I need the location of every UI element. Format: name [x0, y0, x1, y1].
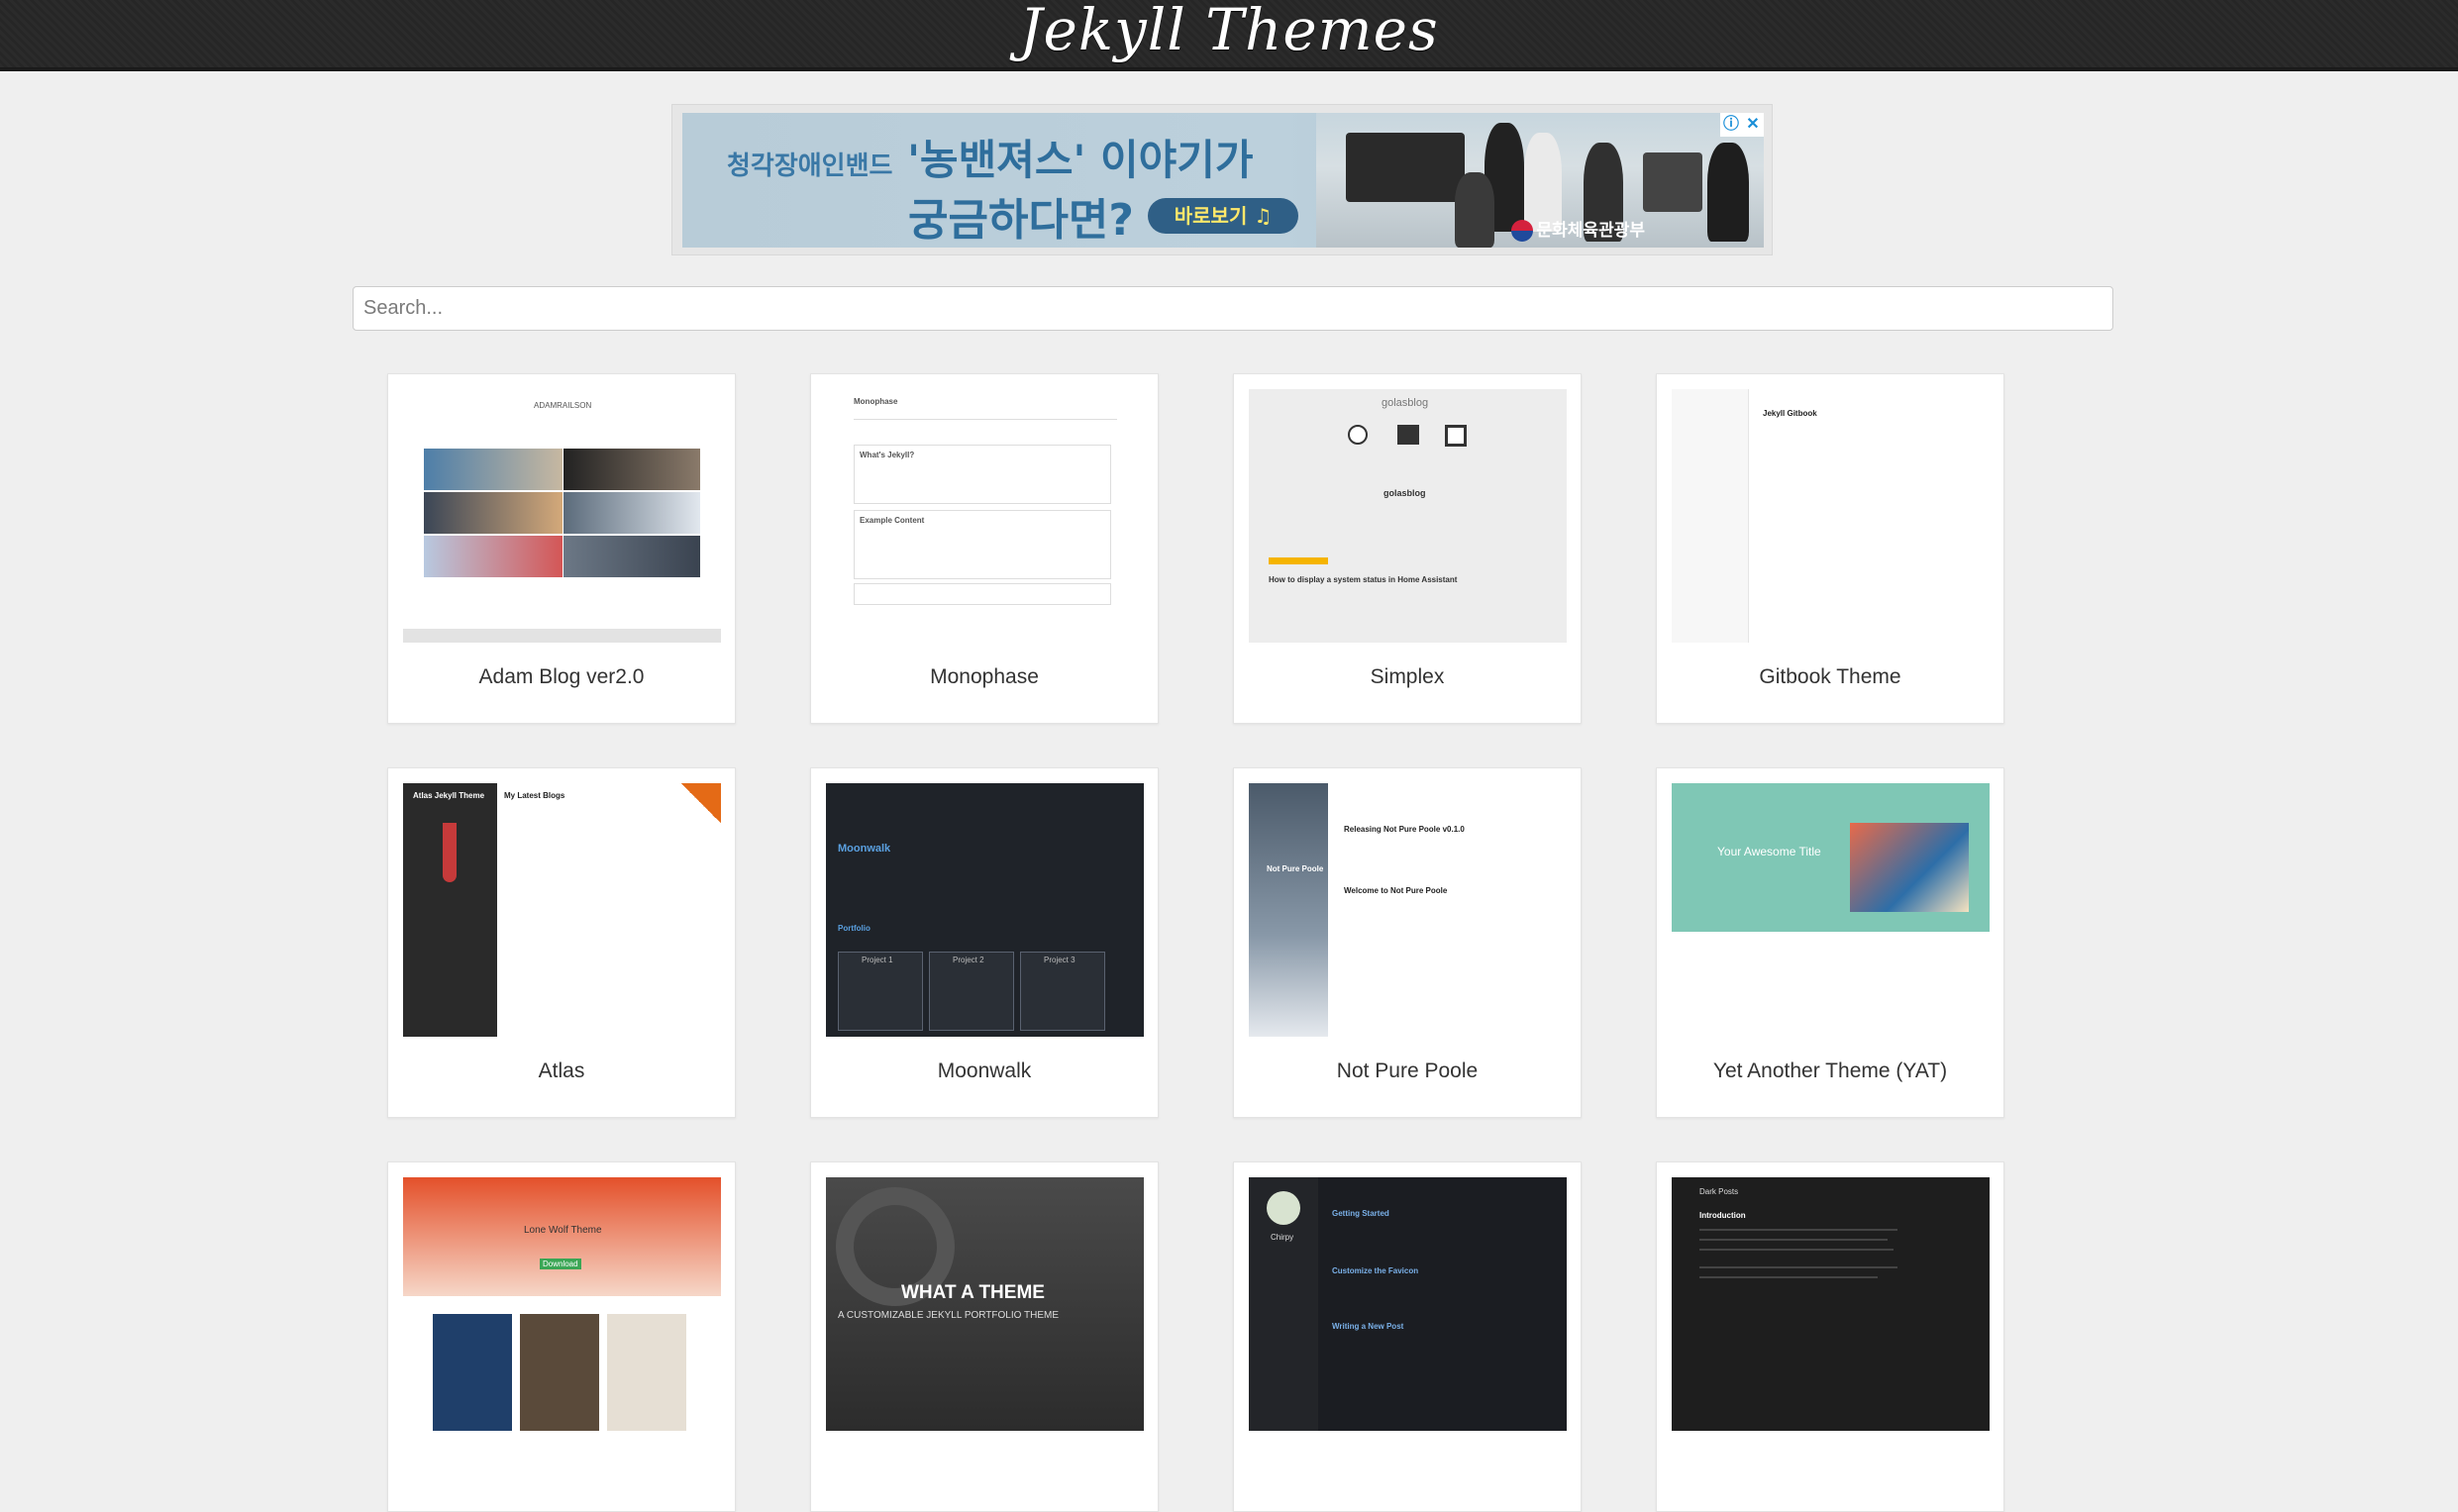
theme-card[interactable]: WHAT A THEME A CUSTOMIZABLE JEKYLL PORTF… — [810, 1161, 1159, 1512]
search-input[interactable] — [353, 286, 2113, 331]
theme-thumbnail[interactable]: Moonwalk Portfolio Project 1 Project 2 P… — [826, 783, 1144, 1037]
theme-thumbnail[interactable]: ADAMRAILSON — [403, 389, 721, 643]
thumb-text: Writing a New Post — [1332, 1322, 1404, 1331]
ad-sponsor-name: 문화체육관광부 — [1536, 221, 1645, 241]
theme-grid: ADAMRAILSON Adam Blog ver2.0 Monophase W… — [387, 373, 2007, 1512]
thumb-text: Introduction — [1699, 1211, 1746, 1220]
theme-thumbnail[interactable]: Atlas Jekyll Theme My Latest Blogs — [403, 783, 721, 1037]
theme-card[interactable]: golasblog golasblog How to display a sys… — [1233, 373, 1582, 724]
theme-thumbnail[interactable]: WHAT A THEME A CUSTOMIZABLE JEKYLL PORTF… — [826, 1177, 1144, 1431]
thumb-text: WHAT A THEME — [901, 1282, 1045, 1303]
ad-sponsor: 문화체육관광부 — [1510, 216, 1645, 242]
thumb-text: Dark Posts — [1699, 1187, 1739, 1196]
theme-card[interactable]: Lone Wolf Theme Download — [387, 1161, 736, 1512]
thumb-text: My Latest Blogs — [504, 791, 565, 800]
thumb-text: Atlas Jekyll Theme — [413, 791, 485, 800]
info-icon[interactable]: ⓘ — [1720, 113, 1742, 137]
thumb-text: Getting Started — [1332, 1209, 1389, 1218]
theme-card[interactable]: Not Pure Poole Releasing Not Pure Poole … — [1233, 767, 1582, 1118]
theme-card[interactable]: Monophase What's Jekyll? Example Content… — [810, 373, 1159, 724]
ad-banner[interactable]: 청각장애인밴드 '농밴져스' 이야기가 궁금하다면? 바로보기 ♫ 문화체육관광… — [682, 113, 1764, 248]
thumb-text: golasblog — [1383, 488, 1426, 498]
theme-title[interactable]: Not Pure Poole — [1234, 1059, 1581, 1083]
theme-card[interactable]: Moonwalk Portfolio Project 1 Project 2 P… — [810, 767, 1159, 1118]
theme-title[interactable]: Monophase — [811, 665, 1158, 689]
theme-thumbnail[interactable]: Not Pure Poole Releasing Not Pure Poole … — [1249, 783, 1567, 1037]
theme-card[interactable]: Dark Posts Introduction — [1656, 1161, 2004, 1512]
theme-title[interactable]: Adam Blog ver2.0 — [388, 665, 735, 689]
ad-cta-button[interactable]: 바로보기 ♫ — [1148, 198, 1298, 234]
ad-controls: ⓘ ✕ — [1720, 113, 1764, 137]
thumb-text: Moonwalk — [838, 843, 891, 855]
theme-title[interactable]: Yet Another Theme (YAT) — [1657, 1059, 2003, 1083]
thumb-text: How to display a system status in Home A… — [1269, 575, 1458, 584]
ad-headline-small: 청각장애인밴드 — [727, 151, 893, 181]
thumb-text: ADAMRAILSON — [534, 401, 592, 410]
theme-card[interactable]: Atlas Jekyll Theme My Latest Blogs Atlas — [387, 767, 736, 1118]
theme-card[interactable]: Jekyll Gitbook Gitbook Theme — [1656, 373, 2004, 724]
thumb-text: Welcome to Not Pure Poole — [1344, 886, 1448, 895]
thumb-text: Monophase — [854, 397, 898, 406]
thumb-text: Download — [540, 1259, 581, 1269]
thumb-text: Customize the Favicon — [1332, 1266, 1419, 1275]
thumb-text: Portfolio — [838, 924, 871, 933]
thumb-text: Chirpy — [1271, 1233, 1294, 1242]
ad-container: 청각장애인밴드 '농밴져스' 이야기가 궁금하다면? 바로보기 ♫ 문화체육관광… — [671, 104, 1773, 255]
thumb-text: Project 3 — [1044, 956, 1075, 964]
site-header: Jekyll Themes — [0, 0, 2458, 71]
thumb-text: golasblog — [1382, 397, 1429, 409]
thumb-text: What's Jekyll? — [860, 451, 915, 459]
theme-title[interactable]: Simplex — [1234, 665, 1581, 689]
thumb-text: Project 1 — [862, 956, 893, 964]
taegeuk-icon — [1510, 220, 1533, 242]
theme-title[interactable]: Atlas — [388, 1059, 735, 1083]
ad-headline-main: '농밴져스' 이야기가 — [907, 136, 1254, 184]
ad-subline: 궁금하다면? — [908, 195, 1134, 246]
thumb-text: Jekyll Gitbook — [1763, 409, 1817, 418]
site-title[interactable]: Jekyll Themes — [0, 0, 2458, 63]
theme-card[interactable]: Your Awesome Title Yet Another Theme (YA… — [1656, 767, 2004, 1118]
close-icon[interactable]: ✕ — [1742, 113, 1764, 137]
theme-card[interactable]: ADAMRAILSON Adam Blog ver2.0 — [387, 373, 736, 724]
theme-title[interactable]: Gitbook Theme — [1657, 665, 2003, 689]
thumb-text: Releasing Not Pure Poole v0.1.0 — [1344, 825, 1465, 834]
thumb-text: A CUSTOMIZABLE JEKYLL PORTFOLIO THEME — [838, 1310, 1060, 1321]
theme-thumbnail[interactable]: Monophase What's Jekyll? Example Content — [826, 389, 1144, 643]
thumb-text: Project 2 — [953, 956, 984, 964]
thumb-text: Example Content — [860, 516, 925, 525]
theme-thumbnail[interactable]: Lone Wolf Theme Download — [403, 1177, 721, 1431]
thumb-text: Not Pure Poole — [1267, 864, 1324, 873]
theme-thumbnail[interactable]: Chirpy Getting Started Customize the Fav… — [1249, 1177, 1567, 1431]
theme-card[interactable]: Chirpy Getting Started Customize the Fav… — [1233, 1161, 1582, 1512]
ad-headline: 청각장애인밴드 '농밴져스' 이야기가 — [727, 127, 1254, 187]
theme-title[interactable]: Moonwalk — [811, 1059, 1158, 1083]
thumb-text: Your Awesome Title — [1717, 845, 1821, 858]
theme-thumbnail[interactable]: Your Awesome Title — [1672, 783, 1990, 1037]
thumb-text: Lone Wolf Theme — [524, 1225, 602, 1236]
theme-thumbnail[interactable]: Jekyll Gitbook — [1672, 389, 1990, 643]
theme-thumbnail[interactable]: Dark Posts Introduction — [1672, 1177, 1990, 1431]
theme-thumbnail[interactable]: golasblog golasblog How to display a sys… — [1249, 389, 1567, 643]
